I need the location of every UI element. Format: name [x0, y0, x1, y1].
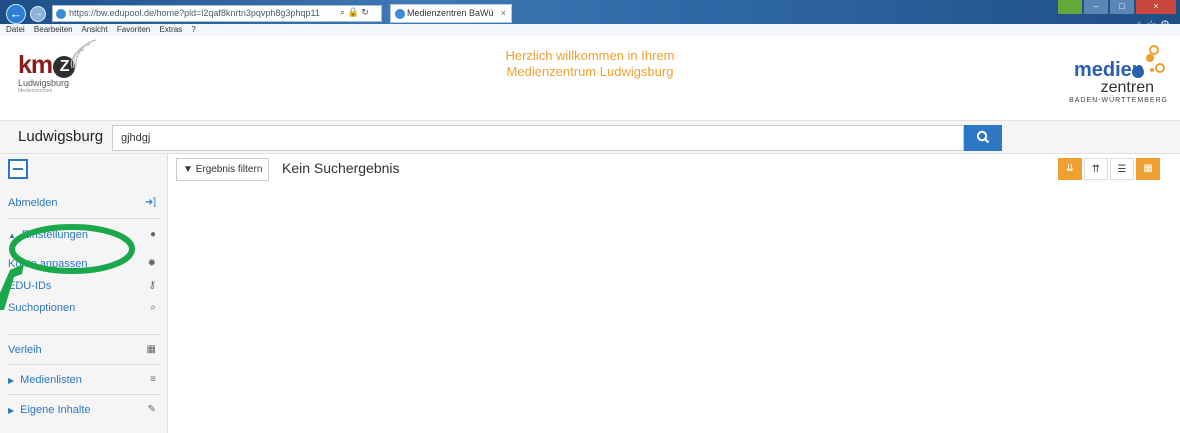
kmz-tagline: Medienzentrum: [18, 88, 53, 94]
kmz-logo[interactable]: km Z Ludwigsburg Medienzentrum: [18, 39, 98, 102]
menu-help[interactable]: ?: [191, 25, 195, 34]
sort-desc-button[interactable]: ⇊: [1058, 158, 1082, 180]
minimize-button[interactable]: –: [1084, 0, 1108, 14]
address-tools: ⌕ 🔒 ↻: [340, 5, 369, 22]
sidebar-divider: [8, 218, 160, 219]
sidebar-item-medienlisten[interactable]: ▶ Medienlisten ≡: [8, 369, 160, 391]
search-input[interactable]: [112, 125, 964, 151]
mz-dots-icon: [1132, 45, 1165, 78]
location-label: Ludwigsburg: [18, 128, 104, 145]
search-button[interactable]: [964, 125, 1002, 151]
sort-asc-button[interactable]: ⇈: [1084, 158, 1108, 180]
close-window-button[interactable]: ×: [1136, 0, 1176, 14]
sidebar-item-konto-anpassen[interactable]: Konto anpassen ✹: [8, 253, 160, 275]
sidebar-divider: [8, 364, 160, 365]
caret-up-icon: ▲: [8, 231, 16, 240]
menu-extras[interactable]: Extras: [159, 25, 182, 34]
sidebar-item-edu-ids[interactable]: EDU-IDs ⚷: [8, 275, 160, 297]
filter-results-button[interactable]: ▼ Ergebnis filtern: [176, 158, 270, 181]
sidebar-item-label: Eigene Inhalte: [20, 404, 91, 416]
tab-close-icon[interactable]: ×: [501, 5, 506, 22]
site-header: km Z Ludwigsburg Medienzentrum Herzlich w…: [0, 36, 1180, 120]
sidebar-divider: [8, 334, 160, 335]
lock-icon[interactable]: 🔒: [348, 7, 359, 17]
key-icon: ⚷: [148, 280, 156, 291]
user-icon: ●: [149, 229, 156, 240]
sidebar-item-label: Suchoptionen: [8, 302, 76, 314]
maximize-button[interactable]: □: [1110, 0, 1134, 14]
search-row: Ludwigsburg: [0, 120, 1180, 154]
welcome-line-2: Medienzentrum Ludwigsburg: [506, 64, 674, 79]
address-url: https://bw.edupool.de/home?pid=l2qaf8knr…: [69, 8, 320, 18]
menu-ansicht[interactable]: Ansicht: [81, 25, 107, 34]
sidebar-item-label: Konto anpassen: [8, 258, 88, 270]
sidebar-item-abmelden[interactable]: Abmelden ➜]: [8, 192, 160, 214]
site-favicon-icon: [56, 9, 66, 19]
welcome-text: Herzlich willkommen in Ihrem Medienzentr…: [470, 48, 710, 80]
window-controls: – □ ×: [1058, 0, 1176, 14]
address-bar[interactable]: https://bw.edupool.de/home?pid=l2qaf8knr…: [52, 5, 382, 22]
menu-bearbeiten[interactable]: Bearbeiten: [34, 25, 73, 34]
gear-icon: ✹: [147, 258, 156, 269]
sidebar-item-label: Medienlisten: [20, 374, 82, 386]
refresh-icon[interactable]: ↻: [361, 7, 369, 17]
caret-right-icon: ▶: [8, 406, 15, 415]
filter-label: Ergebnis filtern: [195, 164, 263, 175]
sidebar-item-label: Einstellungen: [21, 229, 88, 241]
mz-word-bw: BADEN-WÜRTTEMBERG: [1069, 97, 1168, 104]
signal-waves-icon: [70, 39, 97, 69]
back-button[interactable]: ←: [6, 4, 26, 24]
results-toolbar: ▼ Ergebnis filtern Kein Suchergebnis ⇊ ⇈…: [168, 154, 1180, 182]
grid-view-button[interactable]: ▦: [1136, 158, 1160, 180]
list-view-button[interactable]: ☰: [1110, 158, 1134, 180]
window-badge-icon: [1058, 0, 1082, 14]
edit-icon: ✎: [147, 404, 156, 415]
sidebar-item-verleih[interactable]: Verleih ▦: [8, 339, 160, 361]
result-status: Kein Suchergebnis: [282, 160, 400, 176]
kmz-km: km: [18, 51, 53, 79]
medienzentren-logo[interactable]: medien zentren BADEN-WÜRTTEMBERG: [1058, 44, 1168, 108]
view-controls: ⇊ ⇈ ☰ ▦: [1058, 158, 1160, 180]
sidebar-collapse-button[interactable]: [8, 159, 28, 179]
tab-title: Medienzentren BaWü: [407, 8, 494, 18]
sidebar-divider: [8, 394, 160, 395]
sign-in-icon: ➜]: [144, 197, 156, 208]
sidebar-item-einstellungen[interactable]: ▲ Einstellungen ●: [8, 224, 160, 246]
search-icon[interactable]: ⌕: [340, 7, 345, 17]
caret-right-icon: ▶: [8, 376, 15, 385]
sidebar-item-label: Verleih: [8, 344, 42, 356]
browser-tab[interactable]: Medienzentren BaWü ×: [390, 4, 512, 23]
browser-menubar: Datei Bearbeiten Ansicht Favoriten Extra…: [0, 24, 1180, 36]
menu-datei[interactable]: Datei: [6, 25, 25, 34]
search-icon: [976, 130, 990, 143]
sidebar-item-suchoptionen[interactable]: Suchoptionen ⌕: [8, 297, 160, 319]
search-icon: ⌕: [150, 302, 156, 313]
forward-button[interactable]: →: [30, 6, 46, 22]
sidebar-item-eigene-inhalte[interactable]: ▶ Eigene Inhalte ✎: [8, 399, 160, 421]
filter-icon: ▼: [183, 164, 193, 175]
menu-favoriten[interactable]: Favoriten: [117, 25, 150, 34]
sidebar-item-label: Abmelden: [8, 197, 58, 209]
tab-favicon-icon: [395, 9, 405, 19]
welcome-line-1: Herzlich willkommen in Ihrem: [505, 48, 675, 63]
sidebar: Abmelden ➜] ▲ Einstellungen ● Konto anpas…: [0, 154, 168, 433]
kmz-city: Ludwigsburg: [18, 78, 70, 88]
calendar-icon: ▦: [146, 344, 156, 355]
list-icon: ≡: [150, 374, 156, 385]
sidebar-item-label: EDU-IDs: [8, 280, 52, 292]
